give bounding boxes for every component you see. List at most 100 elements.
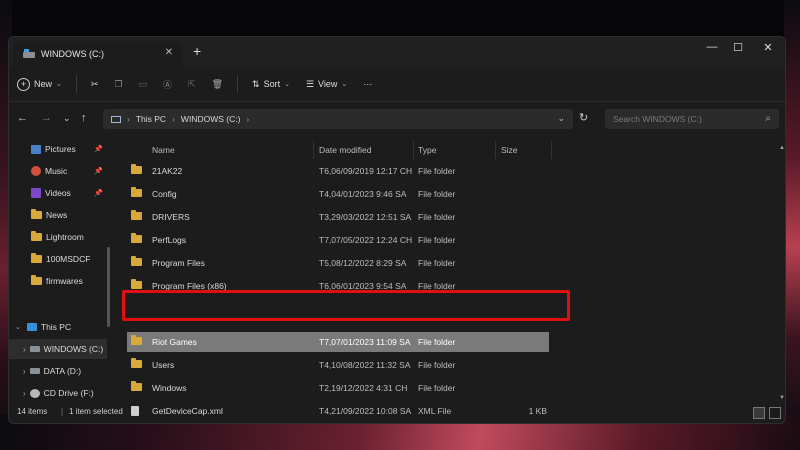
copy-button[interactable]: ❐	[106, 72, 130, 96]
folder-icon	[131, 164, 142, 174]
file-type: File folder	[418, 212, 456, 222]
sort-button[interactable]: ⇅ Sort ⌄	[244, 72, 298, 96]
column-header-size[interactable]: Size	[501, 141, 518, 159]
file-list: Name Date modified Type Size 21AK22 T6,0…	[119, 137, 779, 416]
chevron-right-icon[interactable]: ›	[23, 389, 26, 398]
file-date: T5,08/12/2022 8:29 SA	[319, 258, 407, 268]
chevron-right-icon[interactable]: ›	[23, 345, 26, 354]
up-arrow-icon[interactable]: ↑	[81, 112, 87, 124]
column-divider	[313, 141, 314, 159]
file-type: File folder	[418, 383, 456, 393]
desktop-wallpaper-right	[784, 0, 800, 450]
new-tab-button[interactable]: +	[193, 43, 201, 59]
sidebar-item-label: DATA (D:)	[43, 366, 82, 376]
address-dropdown-chevron-icon[interactable]: ⌄	[557, 113, 565, 124]
sidebar-item-data-d[interactable]: › DATA (D:)	[9, 361, 107, 381]
tab-close-icon[interactable]: ✕	[165, 47, 173, 58]
new-button[interactable]: + New ⌄	[9, 72, 70, 96]
column-header-type[interactable]: Type	[418, 141, 436, 159]
pin-icon[interactable]: 📌	[94, 189, 103, 197]
sidebar-item-label: Pictures	[45, 144, 76, 154]
scroll-down-icon[interactable]: ▼	[779, 395, 785, 401]
table-row[interactable]: Windows T2,19/12/2022 4:31 CH File folde…	[127, 378, 549, 398]
search-placeholder: Search WINDOWS (C:)	[613, 114, 702, 124]
title-bar: WINDOWS (C:) ✕ + — ☐ ✕	[9, 37, 785, 67]
chevron-down-icon: ⌄	[56, 81, 62, 88]
share-button[interactable]: ⇱	[180, 72, 204, 96]
folder-icon	[131, 233, 142, 243]
chevron-right-icon[interactable]: ›	[23, 367, 26, 376]
sidebar-item-label: CD Drive (F:)	[43, 388, 94, 398]
cd-drive-icon	[29, 388, 40, 398]
drive-icon	[29, 368, 40, 374]
status-divider: |	[61, 407, 64, 416]
pin-icon[interactable]: 📌	[94, 167, 103, 175]
file-type: File folder	[418, 189, 456, 199]
back-arrow-icon[interactable]: ←	[17, 112, 28, 124]
folder-icon	[131, 335, 142, 345]
recent-locations-chevron-icon[interactable]: ⌄	[63, 113, 71, 124]
address-bar[interactable]: › This PC › WINDOWS (C:) › ⌄	[103, 109, 573, 129]
breadcrumb-this-pc[interactable]: This PC	[136, 114, 166, 124]
rename-button[interactable]: Ⓐ	[155, 72, 180, 96]
chevron-down-icon: ⌄	[284, 81, 290, 88]
tab-title: WINDOWS (C:)	[41, 49, 104, 59]
file-type: File folder	[418, 337, 456, 347]
sidebar-item-firmwares[interactable]: firmwares	[9, 271, 107, 291]
view-button[interactable]: ☰ View ⌄	[298, 72, 355, 96]
sidebar-item-news[interactable]: News	[9, 205, 107, 225]
scroll-up-icon[interactable]: ▲	[779, 145, 785, 151]
sidebar-item-100msdcf[interactable]: 100MSDCF	[9, 249, 107, 269]
sidebar-item-pictures[interactable]: Pictures 📌	[9, 139, 107, 159]
table-row[interactable]: DRIVERS T3,29/03/2022 12:51 SA File fold…	[127, 207, 549, 227]
file-name: 21AK22	[152, 166, 183, 176]
file-name: Program Files	[152, 258, 205, 268]
search-input[interactable]: Search WINDOWS (C:) ⌕	[605, 109, 779, 129]
tab-windows-c[interactable]: WINDOWS (C:) ✕	[13, 41, 183, 67]
music-icon	[31, 166, 41, 176]
breadcrumb-windows-c[interactable]: WINDOWS (C:)	[181, 114, 241, 124]
file-date: T7,07/01/2023 11:09 SA	[319, 337, 411, 347]
delete-button[interactable]: 🗑	[204, 72, 231, 96]
column-divider	[413, 141, 414, 159]
sidebar-item-windows-c[interactable]: › WINDOWS (C:)	[9, 339, 107, 359]
column-header-name[interactable]: Name	[152, 141, 175, 159]
sidebar-item-label: Lightroom	[46, 232, 84, 242]
file-name: PerfLogs	[152, 235, 187, 245]
table-row[interactable]: 21AK22 T6,06/09/2019 12:17 CH File folde…	[127, 161, 549, 181]
table-row-selected[interactable]: Riot Games T7,07/01/2023 11:09 SA File f…	[127, 332, 549, 352]
close-button[interactable]: ✕	[753, 41, 783, 54]
more-options-button[interactable]: ···	[355, 72, 380, 96]
sidebar-item-label: WINDOWS (C:)	[43, 344, 104, 354]
refresh-icon[interactable]: ↻	[579, 111, 588, 124]
sidebar-scrollbar[interactable]	[107, 247, 110, 327]
sidebar-item-cd-drive-f[interactable]: › CD Drive (F:)	[9, 383, 107, 403]
table-row[interactable]: PerfLogs T7,07/05/2022 12:24 CH File fol…	[127, 230, 549, 250]
folder-icon	[131, 279, 142, 289]
chevron-down-icon[interactable]: ⌄	[15, 323, 21, 331]
pin-icon[interactable]: 📌	[94, 145, 103, 153]
file-date: T6,06/09/2019 12:17 CH	[319, 166, 413, 176]
cut-button[interactable]: ✂	[83, 72, 107, 96]
search-icon: ⌕	[765, 113, 771, 124]
tiles-view-button[interactable]	[769, 407, 781, 419]
maximize-button[interactable]: ☐	[723, 41, 753, 54]
drive-icon	[29, 346, 40, 352]
table-row[interactable]: Program Files T5,08/12/2022 8:29 SA File…	[127, 253, 549, 273]
sidebar-item-lightroom[interactable]: Lightroom	[9, 227, 107, 247]
paste-button[interactable]: ▭	[131, 72, 156, 96]
folder-icon	[31, 209, 42, 219]
sidebar-item-videos[interactable]: Videos 📌	[9, 183, 107, 203]
file-list-scrollbar[interactable]: ▲ ▼	[779, 145, 785, 413]
details-view-button[interactable]	[753, 407, 765, 419]
column-header-date-modified[interactable]: Date modified	[319, 141, 371, 159]
sidebar-item-music[interactable]: Music 📌	[9, 161, 107, 181]
navigation-pane: Pictures 📌 Music 📌 Videos 📌 News Lightro…	[9, 137, 110, 407]
chevron-down-icon: ⌄	[341, 81, 348, 88]
table-row[interactable]: Users T4,10/08/2022 11:32 SA File folder	[127, 355, 549, 375]
forward-arrow-icon[interactable]: →	[41, 112, 52, 124]
sidebar-item-this-pc[interactable]: ⌄ This PC	[9, 317, 107, 337]
table-row[interactable]: Config T4,04/01/2023 9:46 SA File folder	[127, 184, 549, 204]
file-date: T4,04/01/2023 9:46 SA	[319, 189, 407, 199]
view-icon: ☰	[305, 78, 315, 89]
